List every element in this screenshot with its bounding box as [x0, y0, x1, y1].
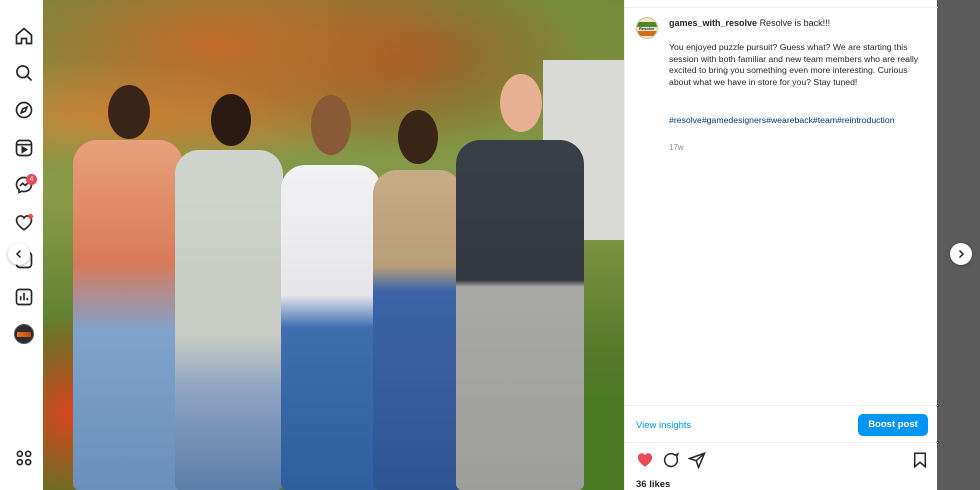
- post-photo: [43, 0, 624, 490]
- caption-header: games_with_resolve Resolve is back!!!: [669, 17, 924, 29]
- home-icon[interactable]: [13, 25, 35, 47]
- save-icon[interactable]: [911, 451, 929, 469]
- chevron-right-icon: [958, 249, 965, 259]
- view-insights-link[interactable]: View insights: [636, 420, 691, 431]
- comment-icon[interactable]: [662, 451, 680, 469]
- photo-person-4: [373, 110, 463, 490]
- caption-text: You enjoyed puzzle pursuit? Guess what? …: [669, 42, 919, 87]
- explore-icon[interactable]: [13, 99, 35, 121]
- carousel-next-button[interactable]: [950, 243, 972, 265]
- like-icon[interactable]: [636, 451, 654, 469]
- boost-post-button[interactable]: Boost post: [858, 414, 928, 436]
- dashboard-icon[interactable]: [13, 286, 35, 308]
- carousel-prev-button[interactable]: [8, 243, 30, 265]
- photo-person-3: [281, 95, 381, 490]
- photo-person-5: [456, 74, 584, 490]
- search-icon[interactable]: [13, 62, 35, 84]
- photo-person-2: [175, 94, 283, 490]
- more-icon[interactable]: [13, 447, 35, 469]
- post-timestamp[interactable]: 17w: [669, 143, 684, 152]
- reels-icon[interactable]: [13, 137, 35, 159]
- caption-headline: Resolve is back!!!: [759, 18, 831, 28]
- notifications-dot: [28, 214, 33, 219]
- share-icon[interactable]: [687, 451, 706, 470]
- chevron-left-icon: [15, 249, 22, 259]
- likes-count[interactable]: 36 likes: [636, 479, 670, 490]
- post-side-panel: Resolve games_with_resolve Resolve is ba…: [624, 0, 938, 490]
- author-avatar-logo: Resolve: [639, 26, 655, 31]
- messages-badge: 4: [26, 174, 37, 185]
- author-username[interactable]: games_with_resolve: [669, 18, 757, 28]
- insights-row: View insights Boost post: [625, 405, 938, 443]
- photo-person-1: [73, 85, 183, 490]
- profile-avatar[interactable]: [14, 324, 34, 344]
- caption-hashtags[interactable]: #resolve#gamedesigners#weareback#team#re…: [669, 115, 921, 127]
- author-avatar[interactable]: Resolve: [636, 17, 658, 39]
- panel-top-border: [625, 0, 938, 8]
